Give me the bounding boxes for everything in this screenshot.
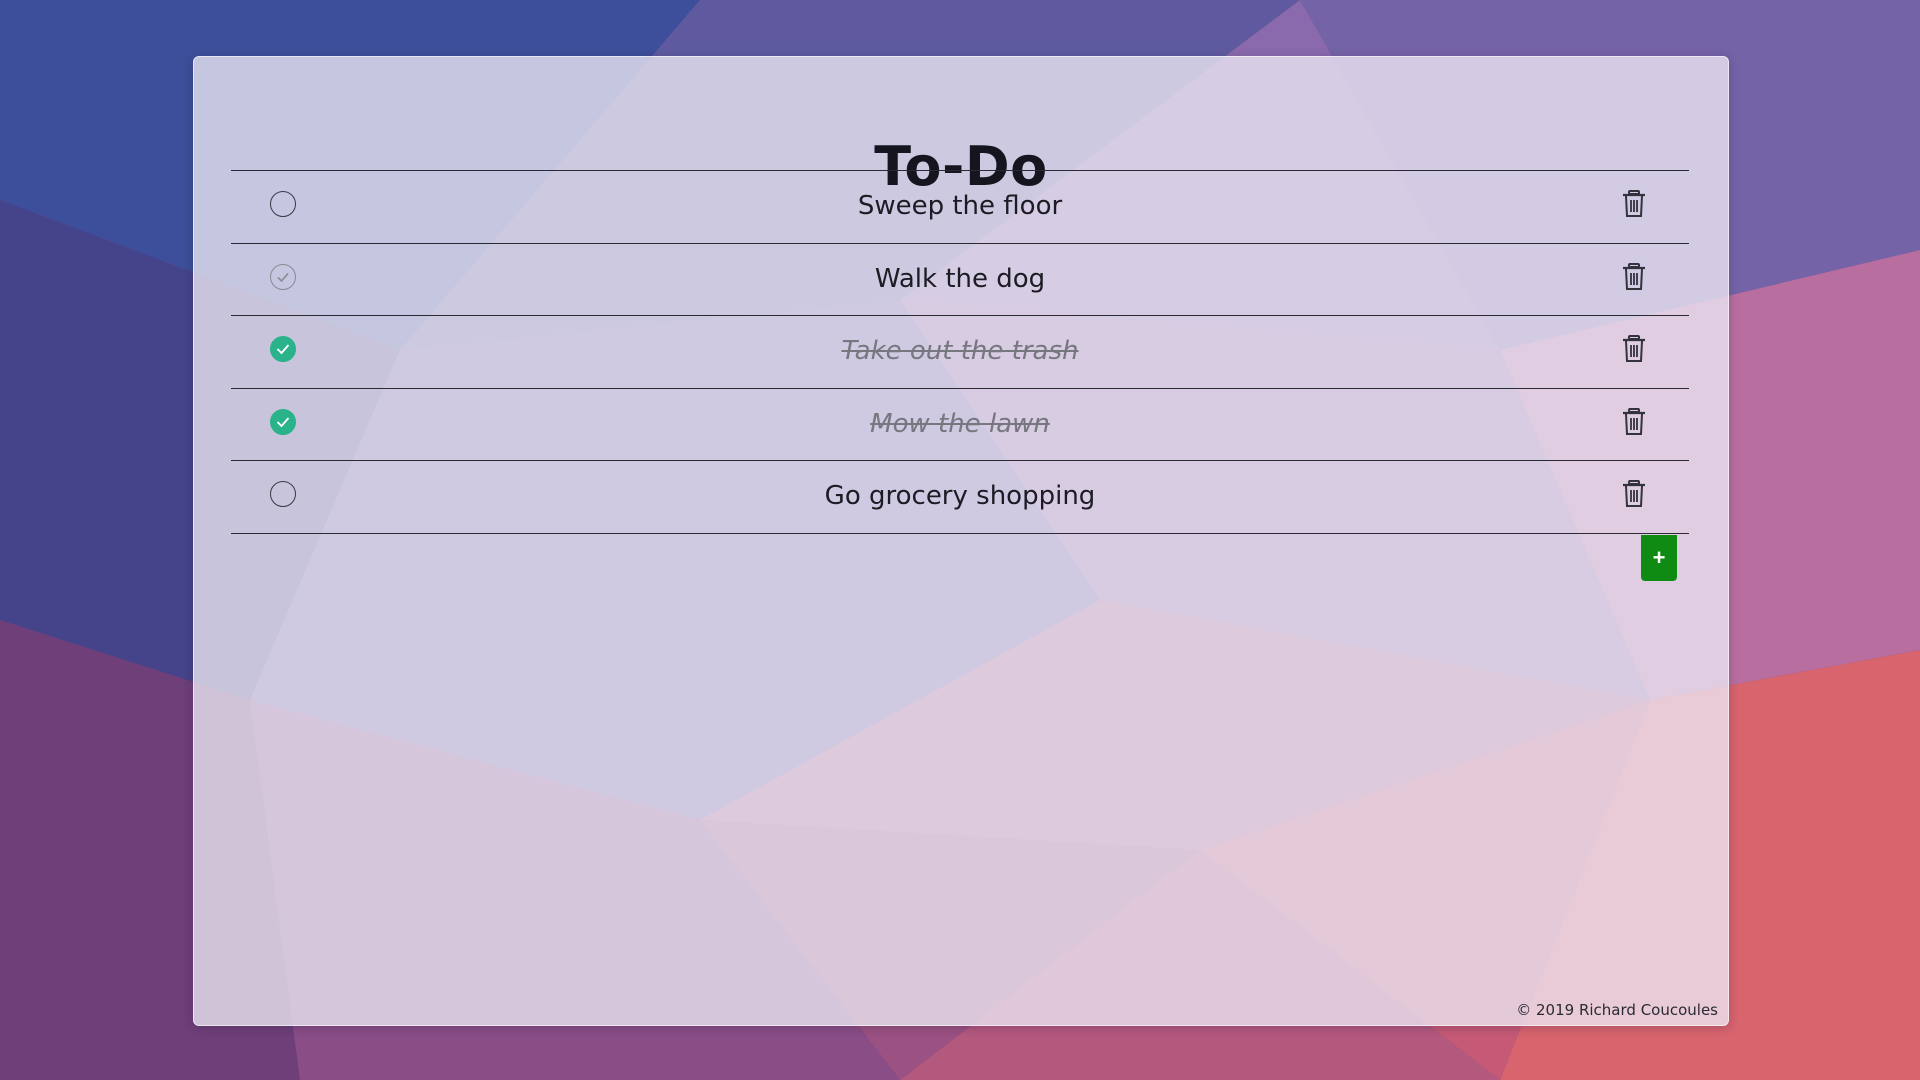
trash-icon[interactable] xyxy=(1622,407,1646,436)
todo-card: To-Do Sweep the floor Walk the dog Take … xyxy=(193,56,1729,1026)
todo-text: Take out the trash xyxy=(841,336,1079,366)
todo-text: Walk the dog xyxy=(874,263,1046,294)
todo-list: Sweep the floor Walk the dog Take out th… xyxy=(231,170,1689,534)
trash-icon[interactable] xyxy=(1622,480,1646,508)
todo-text: Mow the lawn xyxy=(870,408,1050,439)
copyright-footer: © 2019 Richard Coucoules xyxy=(1516,1001,1718,1019)
list-item: Walk the dog xyxy=(231,244,1689,316)
todo-text: Sweep the floor xyxy=(857,191,1063,221)
add-todo-button[interactable]: + xyxy=(1641,535,1677,581)
trash-icon[interactable] xyxy=(1622,262,1646,291)
trash-icon[interactable] xyxy=(1622,190,1646,218)
list-item: Go grocery shopping xyxy=(231,461,1689,534)
trash-icon[interactable] xyxy=(1622,335,1646,363)
todo-text: Go grocery shopping xyxy=(824,481,1096,511)
list-item: Mow the lawn xyxy=(231,389,1689,461)
list-item: Take out the trash xyxy=(231,316,1689,389)
list-item: Sweep the floor xyxy=(231,171,1689,244)
